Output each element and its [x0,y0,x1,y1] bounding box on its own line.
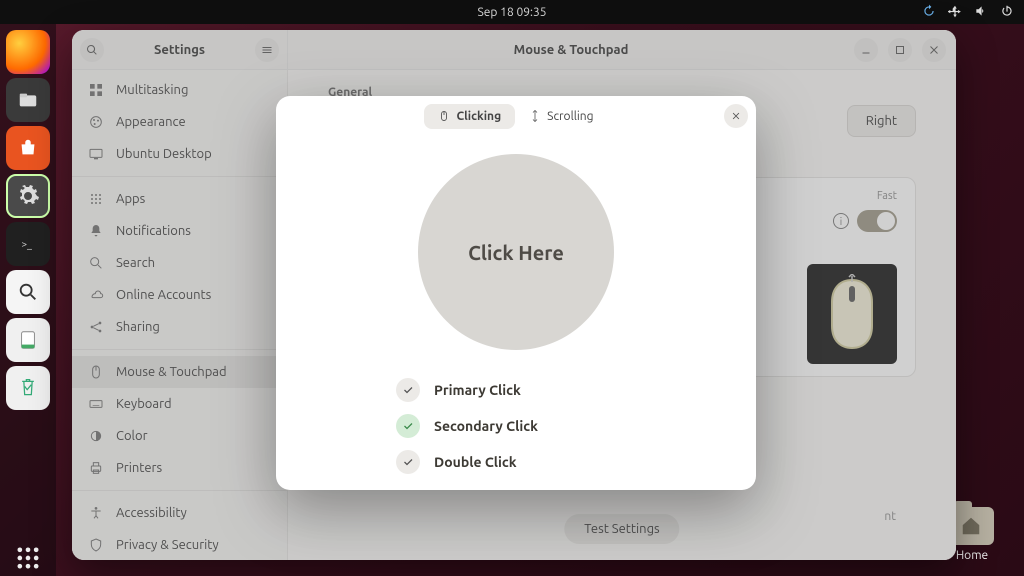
check-icon [396,450,420,474]
result-secondary-click: Secondary Click [396,414,636,438]
tab-label: Scrolling [547,110,593,123]
tab-scrolling[interactable]: Scrolling [515,104,607,129]
result-label: Primary Click [434,382,521,398]
dialog-close-button[interactable] [724,104,748,128]
check-icon [396,378,420,402]
test-settings-dialog: Clicking Scrolling Click Here Primary Cl… [276,96,756,490]
dock-image-viewer-icon[interactable] [6,270,50,314]
dock-software-icon[interactable] [6,126,50,170]
network-icon[interactable] [948,4,962,21]
clock[interactable]: Sep 18 09:35 [478,6,547,19]
click-test-area[interactable]: Click Here [418,154,614,350]
result-label: Secondary Click [434,418,538,434]
tab-label: Clicking [456,110,501,123]
svg-text:>_: >_ [21,238,32,249]
dock-show-apps-icon[interactable] [10,540,46,576]
dock-files-icon[interactable] [6,78,50,122]
click-here-label: Click Here [468,241,564,264]
check-icon [396,414,420,438]
click-results: Primary Click Secondary Click Double Cli… [396,378,636,474]
result-primary-click: Primary Click [396,378,636,402]
dock-settings-icon[interactable] [6,174,50,218]
volume-icon[interactable] [974,4,988,21]
result-double-click: Double Click [396,450,636,474]
tab-clicking[interactable]: Clicking [424,104,515,129]
dock-firefox-icon[interactable] [6,30,50,74]
dock: >_ [0,24,56,576]
dock-trash-icon[interactable] [6,366,50,410]
top-bar: Sep 18 09:35 [0,0,1024,24]
power-icon[interactable] [1000,4,1014,21]
dock-terminal-icon[interactable]: >_ [6,222,50,266]
result-label: Double Click [434,454,517,470]
refresh-status-icon[interactable] [922,4,936,21]
dock-text-editor-icon[interactable] [6,318,50,362]
